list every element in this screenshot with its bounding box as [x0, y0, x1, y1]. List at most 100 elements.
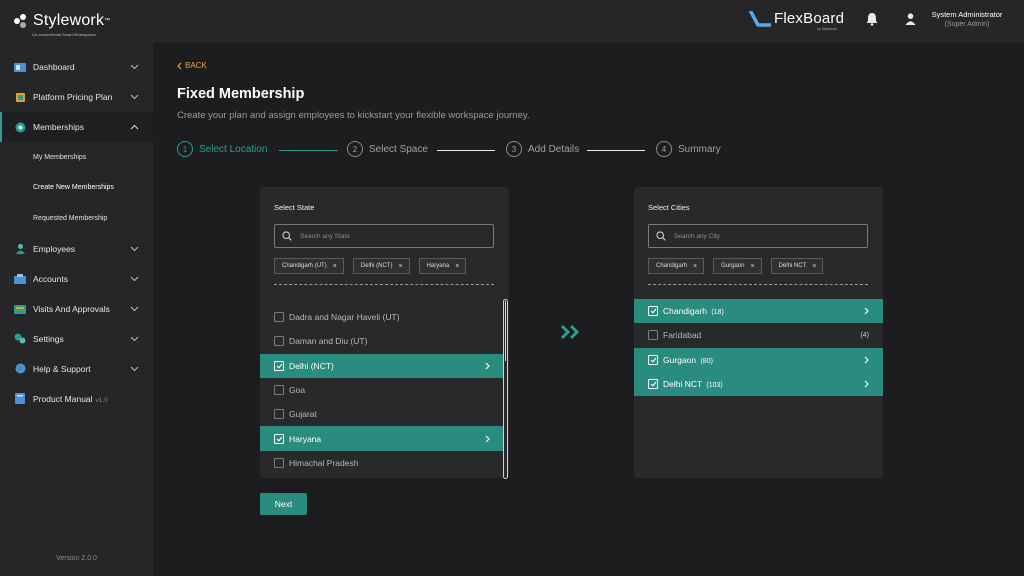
sidebar-subitem-create-new-memberships[interactable]: Create New Memberships — [0, 173, 153, 204]
user-name[interactable]: System Administrator — [930, 10, 1004, 19]
state-option-goa[interactable]: Goa — [260, 378, 504, 402]
state-chip: Haryana × — [418, 258, 467, 274]
close-icon[interactable]: × — [750, 263, 754, 270]
employees-icon — [14, 244, 26, 254]
sidebar-item-product-manual[interactable]: Product Manual v1.0 — [0, 384, 153, 414]
sidebar-item-settings[interactable]: Settings — [0, 324, 153, 354]
step-select-space[interactable]: 2 Select Space — [347, 141, 428, 157]
gear-icon — [14, 333, 26, 344]
step-select-location[interactable]: 1 Select Location — [177, 141, 267, 157]
state-search-box[interactable] — [274, 224, 494, 248]
sidebar-item-employees[interactable]: Employees — [0, 234, 153, 264]
state-chip: Delhi (NCT) × — [352, 258, 410, 274]
panel-title: Select Cities — [648, 203, 690, 212]
city-chip: Gurgaon × — [713, 258, 762, 274]
chevron-right-icon — [864, 380, 869, 388]
close-icon[interactable]: × — [455, 263, 459, 270]
flexboard-logo-icon — [749, 10, 771, 27]
city-option-faridabad[interactable]: Faridabad (4) — [634, 323, 883, 347]
select-cities-panel: Select Cities Chandigarh× Gurgaon× Delhi… — [634, 187, 883, 478]
sidebar-item-accounts[interactable]: Accounts — [0, 264, 153, 294]
check-icon — [650, 357, 656, 363]
chevron-down-icon — [130, 64, 139, 70]
step-add-details[interactable]: 3 Add Details — [506, 141, 579, 157]
checkbox[interactable] — [274, 336, 284, 347]
top-header: FlexBoard by Stylework System Administra… — [153, 0, 1024, 43]
sidebar-item-platform-pricing-plan[interactable]: Platform Pricing Plan — [0, 82, 153, 112]
sidebar-subitem-requested-membership[interactable]: Requested Membership — [0, 203, 153, 234]
city-search-box[interactable] — [648, 224, 868, 248]
page-subtitle: Create your plan and assign employees to… — [177, 110, 530, 121]
scrollbar-thumb[interactable] — [505, 301, 506, 361]
state-list: Dadra and Nagar Haveli (UT) Daman and Di… — [260, 305, 504, 475]
state-chip: Chandigarh (UT) × — [274, 258, 344, 274]
step-summary[interactable]: 4 Summary — [656, 141, 721, 157]
next-button[interactable]: Next — [260, 493, 307, 515]
selected-state-chips: Chandigarh (UT) × Delhi (NCT) × Haryana × — [274, 258, 475, 274]
state-list-scrollbar[interactable] — [503, 299, 508, 479]
user-role: (Super Admin) — [944, 21, 990, 28]
brand-name: Stylework™ — [33, 12, 111, 29]
back-link[interactable]: BACK — [177, 61, 207, 70]
checkbox-checked[interactable] — [648, 306, 658, 317]
check-icon — [650, 308, 656, 314]
step-connector — [437, 150, 495, 151]
state-option-himachal-pradesh[interactable]: Himachal Pradesh — [260, 451, 504, 475]
city-option-chandigarh[interactable]: Chandigarh (18) — [634, 299, 883, 324]
chevron-left-icon — [177, 62, 182, 69]
search-icon — [282, 231, 292, 241]
close-icon[interactable]: × — [398, 263, 402, 270]
double-chevron-right-icon — [560, 324, 582, 345]
chevron-down-icon — [130, 246, 139, 251]
city-search-input[interactable] — [674, 232, 854, 240]
visits-icon — [14, 304, 26, 314]
chevron-down-icon — [130, 336, 139, 341]
checkbox-checked[interactable] — [274, 433, 284, 444]
close-icon[interactable]: × — [812, 263, 816, 270]
checkbox[interactable] — [274, 409, 284, 420]
city-option-gurgaon[interactable]: Gurgaon (80) — [634, 347, 883, 372]
checkbox-checked[interactable] — [648, 379, 658, 390]
checkbox[interactable] — [274, 385, 284, 396]
selected-city-chips: Chandigarh × Gurgaon × Delhi NCT × — [648, 258, 832, 274]
state-search-input[interactable] — [300, 232, 480, 240]
close-icon[interactable]: × — [333, 263, 337, 270]
bell-icon[interactable] — [866, 12, 878, 31]
checkbox[interactable] — [274, 312, 284, 323]
sidebar-item-memberships[interactable]: Memberships — [0, 112, 153, 142]
state-option-daman-and-diu[interactable]: Daman and Diu (UT) — [260, 329, 504, 353]
sidebar-subitem-my-memberships[interactable]: My Memberships — [0, 142, 153, 173]
city-option-delhi-ncr[interactable]: Delhi NCT (103) — [634, 371, 883, 397]
state-option-gujarat[interactable]: Gujarat — [260, 402, 504, 426]
chevron-right-icon — [864, 307, 869, 315]
divider — [648, 284, 868, 285]
chevron-right-icon — [485, 362, 490, 370]
sidebar-item-visits-and-approvals[interactable]: Visits And Approvals — [0, 294, 153, 324]
checkbox-checked[interactable] — [648, 354, 658, 365]
manual-icon — [14, 393, 26, 404]
sidebar-item-help-and-support[interactable]: Help & Support — [0, 354, 153, 384]
checkbox[interactable] — [274, 457, 284, 468]
check-icon — [276, 436, 282, 442]
brand-logo[interactable]: Stylework™ Un-conventional Smart Workspa… — [14, 12, 111, 37]
chevron-right-icon — [864, 356, 869, 364]
city-chip: Chandigarh × — [648, 258, 705, 274]
app-version: Version 2.0.0 — [56, 555, 97, 562]
state-option-delhi[interactable]: Delhi (NCT) — [260, 353, 504, 378]
user-avatar-icon[interactable] — [905, 12, 916, 30]
chevron-down-icon — [130, 366, 139, 371]
close-icon[interactable]: × — [693, 263, 697, 270]
checkbox[interactable] — [648, 330, 658, 341]
city-chip: Delhi NCT × — [770, 258, 824, 274]
chevron-down-icon — [130, 306, 139, 311]
flexboard-logo[interactable]: FlexBoard by Stylework — [749, 10, 844, 31]
select-state-panel: Select State Chandigarh (UT)× Delhi (NCT… — [260, 187, 509, 478]
stepper: 1 Select Location 2 Select Space 3 Add D… — [177, 141, 737, 159]
state-option-dadra-and-nagar-haveli[interactable]: Dadra and Nagar Haveli (UT) — [260, 305, 504, 329]
state-option-haryana[interactable]: Haryana — [260, 426, 504, 451]
checkbox-checked[interactable] — [274, 360, 284, 371]
pricing-icon — [14, 92, 26, 102]
sidebar-item-dashboard[interactable]: Dashboard — [0, 52, 153, 82]
app: Stylework™ Un-conventional Smart Workspa… — [0, 0, 1024, 576]
brand-tagline: Un-conventional Smart Workspaces — [32, 32, 96, 37]
